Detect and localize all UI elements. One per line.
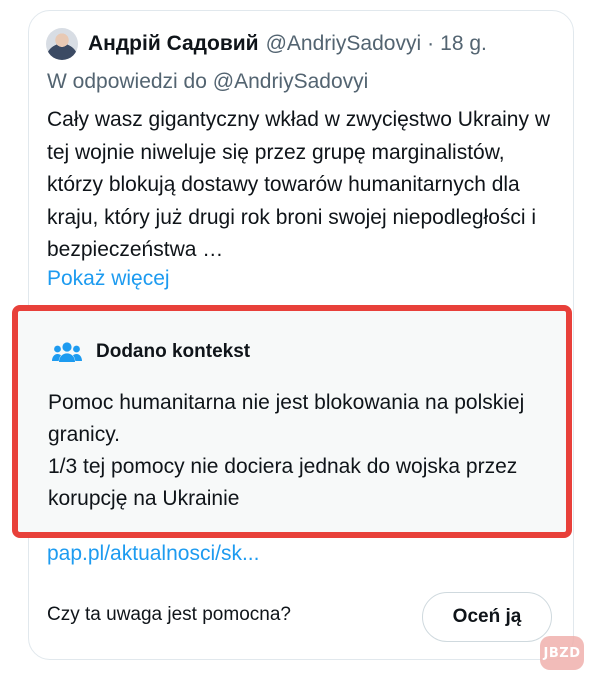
timestamp[interactable]: 18 g.	[440, 32, 487, 56]
community-note-body: Pomoc humanitarna nie jest blokowania na…	[48, 387, 548, 515]
community-note-line: Pomoc humanitarna nie jest blokowania na…	[48, 391, 525, 446]
separator: ·	[427, 32, 435, 55]
tweet-header: Андрій Садовий @AndriySadovyi · 18 g.	[46, 24, 487, 64]
community-note-line: 1/3 tej pomocy nie dociera jednak do woj…	[48, 455, 518, 510]
avatar[interactable]	[46, 28, 78, 60]
source-link[interactable]: pap.pl/aktualnosci/sk...	[47, 542, 259, 566]
rate-button[interactable]: Oceń ją	[422, 592, 552, 642]
reply-to-label[interactable]: W odpowiedzi do @AndriySadovyi	[47, 70, 368, 94]
community-note-title: Dodano kontekst	[96, 341, 251, 362]
people-group-icon	[52, 342, 82, 362]
watermark-text: JBZD	[543, 645, 581, 661]
author-handle[interactable]: @AndriySadovyi	[266, 32, 422, 56]
show-more-link[interactable]: Pokaż więcej	[47, 263, 170, 295]
author-name[interactable]: Андрій Садовий	[88, 32, 259, 56]
watermark-logo: JBZD	[540, 636, 584, 670]
tweet-text: Cały wasz gigantyczny wkład w zwycięstwo…	[47, 108, 550, 261]
community-note-header: Dodano kontekst	[52, 341, 250, 363]
helpful-question: Czy ta uwaga jest pomocna?	[47, 604, 291, 625]
community-note: Dodano kontekst Pomoc humanitarna nie je…	[12, 305, 572, 538]
